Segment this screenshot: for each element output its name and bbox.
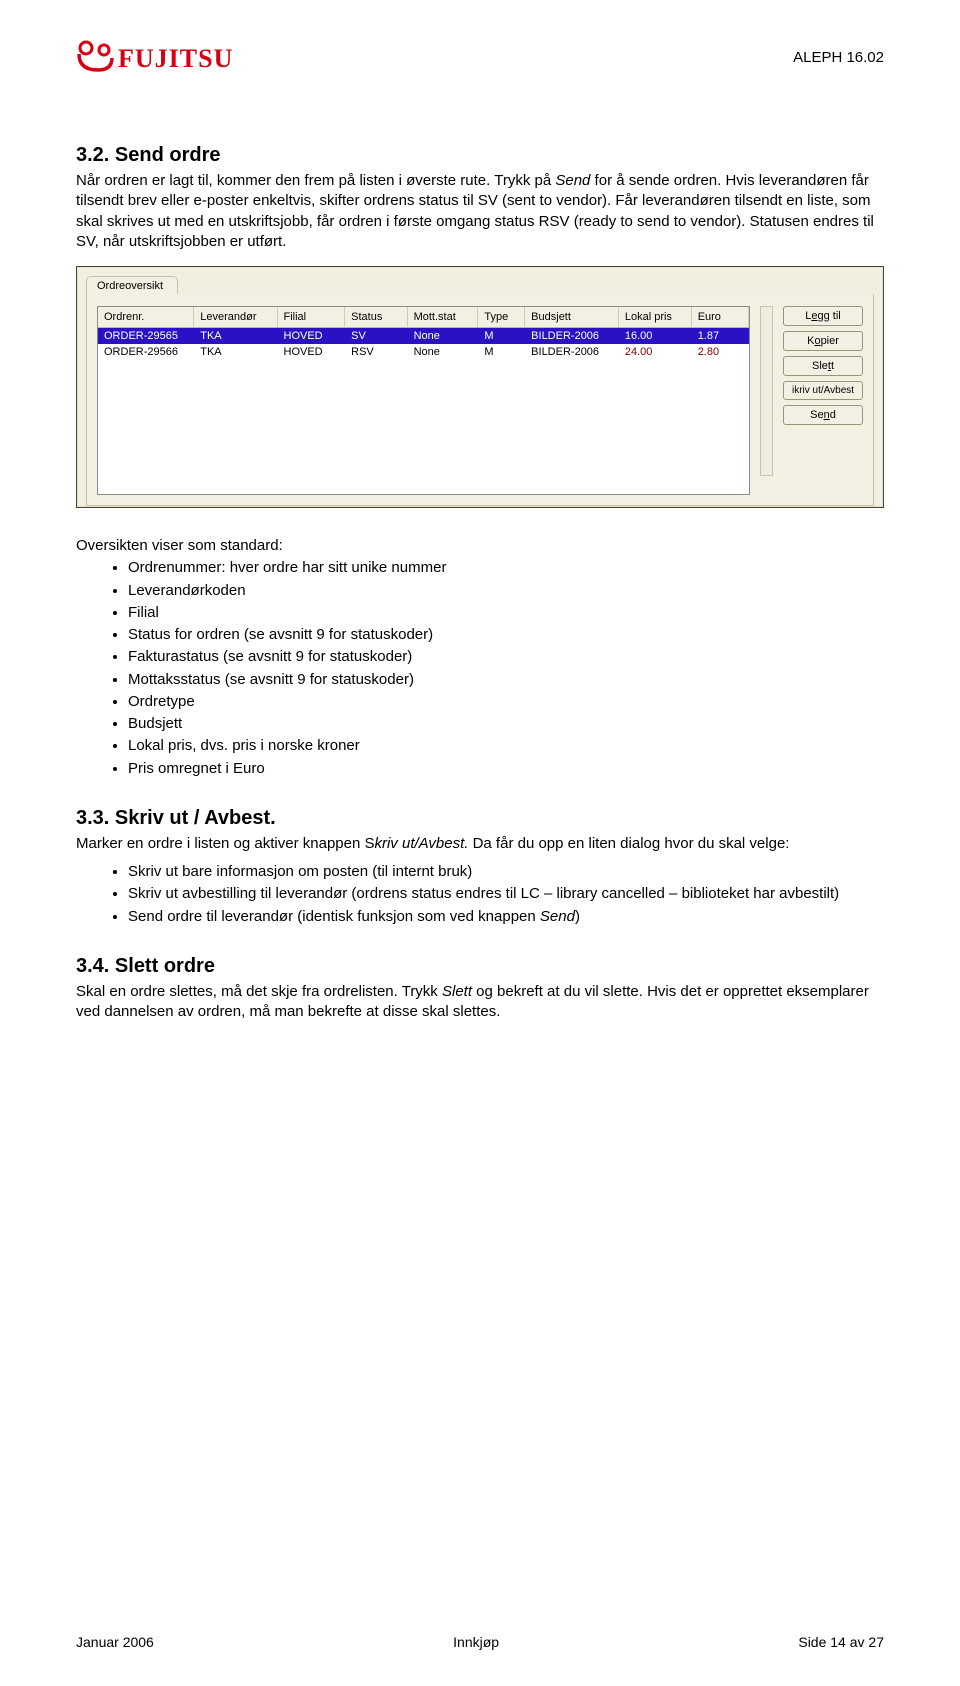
section-3-2-body: Når ordren er lagt til, kommer den frem … bbox=[76, 171, 884, 252]
t: Se bbox=[810, 409, 823, 421]
cell: TKA bbox=[194, 328, 277, 345]
overview-intro: Oversikten viser som standard: bbox=[76, 536, 884, 556]
add-button[interactable]: Legg til bbox=[783, 306, 863, 326]
fujitsu-logo-icon bbox=[76, 40, 114, 74]
page-header: FUJITSU ALEPH 16.02 bbox=[76, 40, 884, 74]
footer-left: Januar 2006 bbox=[76, 1634, 154, 1650]
cell: ORDER-29566 bbox=[98, 344, 194, 360]
cell: BILDER-2006 bbox=[525, 344, 619, 360]
text-italic: Send bbox=[540, 908, 575, 925]
table-row[interactable]: ORDER-29565 TKA HOVED SV None M BILDER-2… bbox=[98, 328, 749, 345]
col-filial: Filial bbox=[277, 307, 345, 328]
grid-header-row: Ordrenr. Leverandør Filial Status Mott.s… bbox=[98, 307, 749, 328]
tab-ordreoversikt[interactable]: Ordreoversikt bbox=[86, 276, 178, 294]
list-item: Filial bbox=[128, 603, 884, 623]
list-item: Ordrenummer: hver ordre har sitt unike n… bbox=[128, 558, 884, 578]
t: t bbox=[831, 360, 834, 372]
col-euro: Euro bbox=[691, 307, 748, 328]
cell: TKA bbox=[194, 344, 277, 360]
text: Når ordren er lagt til, kommer den frem … bbox=[76, 172, 555, 189]
cell: HOVED bbox=[277, 328, 345, 345]
cell: None bbox=[407, 344, 478, 360]
cell: 2.80 bbox=[691, 344, 748, 360]
text-italic: kriv ut/Avbest. bbox=[374, 835, 468, 852]
list-item: Skriv ut bare informasjon om posten (til… bbox=[128, 862, 884, 882]
text: Marker en ordre i listen og aktiver knap… bbox=[76, 835, 374, 852]
text-italic: Slett bbox=[442, 983, 472, 1000]
text: Da får du opp en liten dialog hvor du sk… bbox=[468, 835, 789, 852]
print-cancel-button[interactable]: ikriv ut/Avbest bbox=[783, 381, 863, 400]
cell: SV bbox=[345, 328, 407, 345]
overview-list: Ordrenummer: hver ordre har sitt unike n… bbox=[76, 558, 884, 779]
list-item: Ordretype bbox=[128, 692, 884, 712]
t: Sle bbox=[812, 360, 828, 372]
delete-button[interactable]: Slett bbox=[783, 356, 863, 376]
section-3-4-title: 3.4. Slett ordre bbox=[76, 955, 884, 978]
col-ordrenr: Ordrenr. bbox=[98, 307, 194, 328]
cell: M bbox=[478, 328, 525, 345]
fujitsu-logo: FUJITSU bbox=[76, 40, 233, 74]
cell: 1.87 bbox=[691, 328, 748, 345]
cell: 24.00 bbox=[618, 344, 691, 360]
app-screenshot: Ordreoversikt Ordrenr. Leverandør Filial bbox=[76, 266, 884, 508]
section-3-3-body: Marker en ordre i listen og aktiver knap… bbox=[76, 834, 884, 854]
list-item: Fakturastatus (se avsnitt 9 for statusko… bbox=[128, 647, 884, 667]
list-item: Mottaksstatus (se avsnitt 9 for statusko… bbox=[128, 670, 884, 690]
section-3-3-title: 3.3. Skriv ut / Avbest. bbox=[76, 807, 884, 830]
logo-text: FUJITSU bbox=[118, 44, 233, 74]
t: pier bbox=[821, 335, 839, 347]
list-item: Leverandørkoden bbox=[128, 581, 884, 601]
grid-scrollbar[interactable] bbox=[760, 306, 773, 476]
cell: None bbox=[407, 328, 478, 345]
list-item: Lokal pris, dvs. pris i norske kroner bbox=[128, 736, 884, 756]
t: gg til bbox=[818, 310, 841, 322]
text-italic: Send bbox=[555, 172, 590, 189]
cell: 16.00 bbox=[618, 328, 691, 345]
col-budsjett: Budsjett bbox=[525, 307, 619, 328]
header-version: ALEPH 16.02 bbox=[793, 49, 884, 66]
footer-right: Side 14 av 27 bbox=[798, 1634, 884, 1650]
section-3-2-title: 3.2. Send ordre bbox=[76, 144, 884, 167]
text: Send ordre til leverandør (identisk funk… bbox=[128, 908, 540, 925]
col-mottstat: Mott.stat bbox=[407, 307, 478, 328]
list-item: Skriv ut avbestilling til leverandør (or… bbox=[128, 884, 884, 904]
cell: RSV bbox=[345, 344, 407, 360]
list-item: Pris omregnet i Euro bbox=[128, 759, 884, 779]
send-button[interactable]: Send bbox=[783, 405, 863, 425]
cell: M bbox=[478, 344, 525, 360]
section-3-4-body: Skal en ordre slettes, må det skje fra o… bbox=[76, 982, 884, 1023]
footer-center: Innkjøp bbox=[453, 1634, 499, 1650]
section-3-3-list: Skriv ut bare informasjon om posten (til… bbox=[76, 862, 884, 927]
col-lokalpris: Lokal pris bbox=[618, 307, 691, 328]
t: d bbox=[830, 409, 836, 421]
copy-button[interactable]: Kopier bbox=[783, 331, 863, 351]
col-status: Status bbox=[345, 307, 407, 328]
cell: ORDER-29565 bbox=[98, 328, 194, 345]
col-type: Type bbox=[478, 307, 525, 328]
text: ) bbox=[575, 908, 580, 925]
list-item: Status for ordren (se avsnitt 9 for stat… bbox=[128, 625, 884, 645]
list-item: Budsjett bbox=[128, 714, 884, 734]
cell: HOVED bbox=[277, 344, 345, 360]
order-grid[interactable]: Ordrenr. Leverandør Filial Status Mott.s… bbox=[97, 306, 750, 495]
cell: BILDER-2006 bbox=[525, 328, 619, 345]
col-leverandor: Leverandør bbox=[194, 307, 277, 328]
text: Skal en ordre slettes, må det skje fra o… bbox=[76, 983, 442, 1000]
list-item: Send ordre til leverandør (identisk funk… bbox=[128, 907, 884, 927]
table-row[interactable]: ORDER-29566 TKA HOVED RSV None M BILDER-… bbox=[98, 344, 749, 360]
page-footer: Januar 2006 Innkjøp Side 14 av 27 bbox=[76, 1634, 884, 1650]
